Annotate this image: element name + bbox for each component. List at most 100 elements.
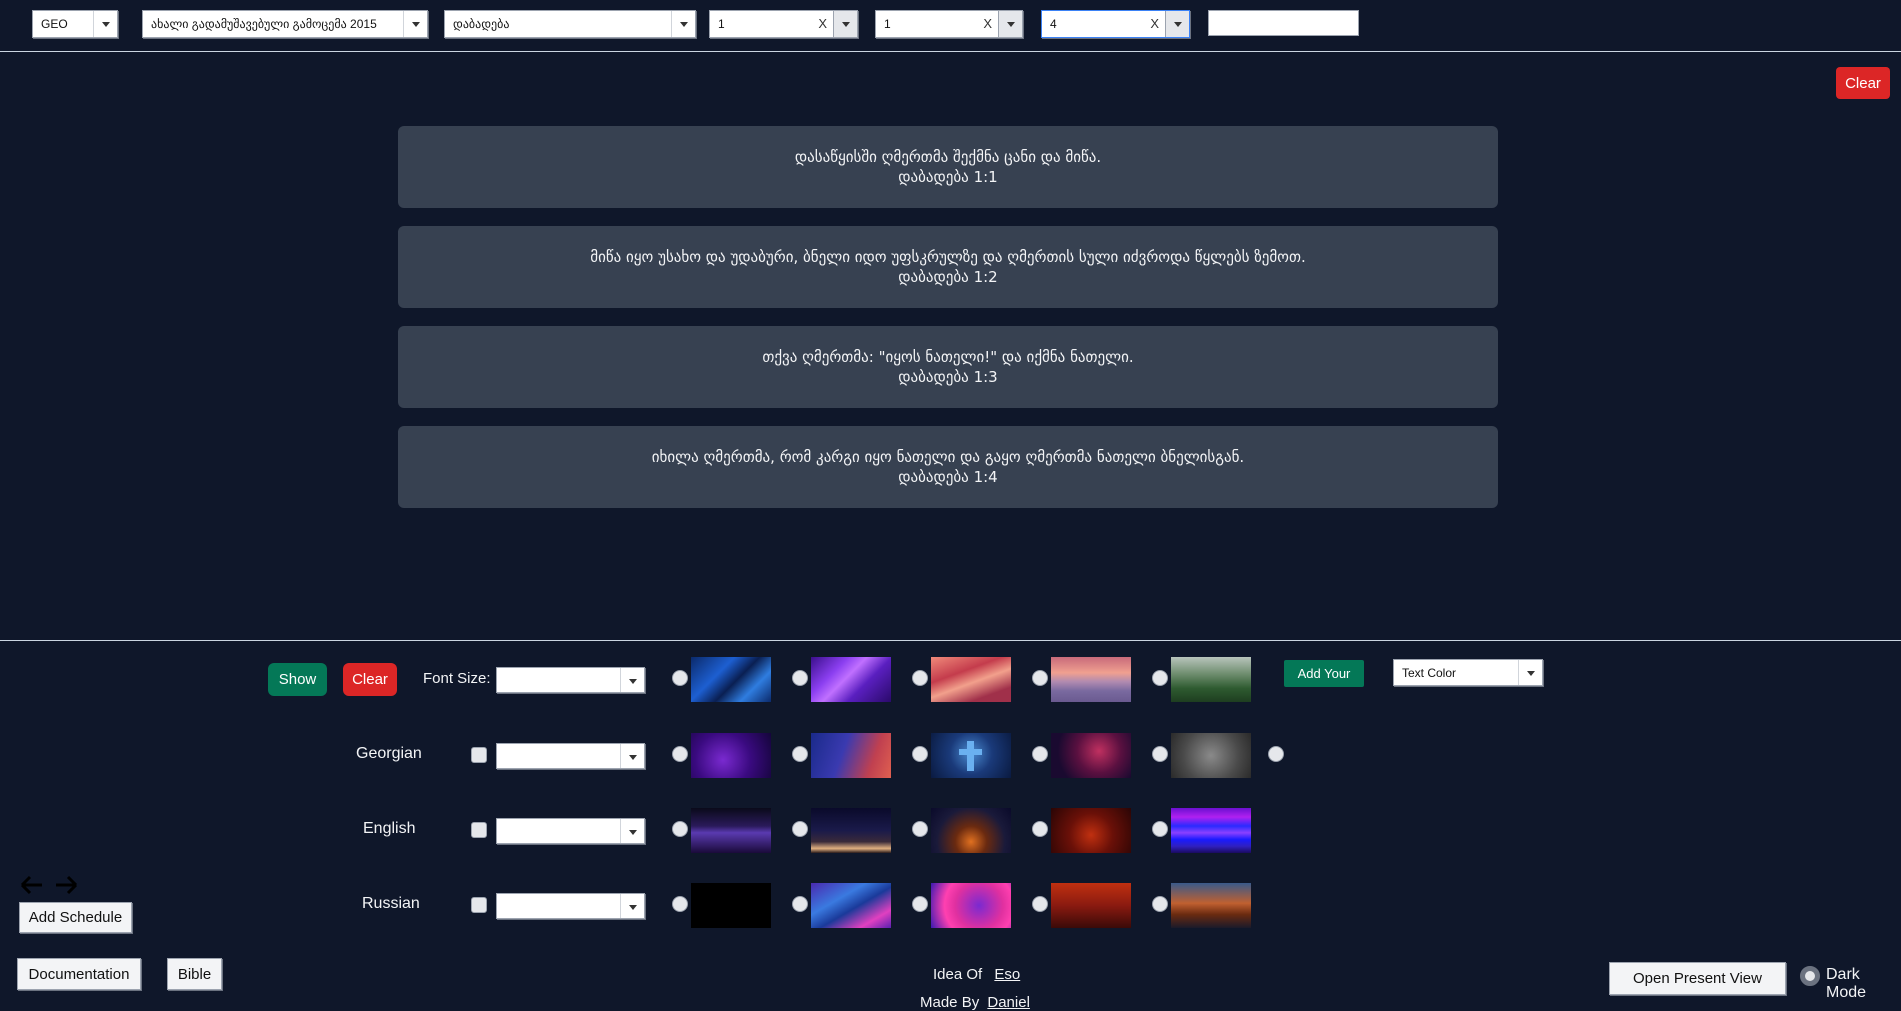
show-button[interactable]: Show: [268, 663, 327, 696]
background-radio[interactable]: [1032, 821, 1048, 837]
background-thumbnail[interactable]: [811, 657, 891, 702]
russian-translation-select[interactable]: [496, 893, 645, 919]
verse-to-combo[interactable]: 4 X: [1041, 10, 1190, 38]
made-by-credit: Made By Daniel: [920, 994, 1030, 1011]
search-input[interactable]: [1208, 10, 1359, 36]
text-color-select-value: Text Color: [1402, 666, 1457, 680]
background-radio[interactable]: [912, 670, 928, 686]
top-toolbar: GEO ახალი გადამუშავებული გამოცემა 2015 დ…: [0, 0, 1901, 52]
background-thumbnail[interactable]: [1051, 657, 1131, 702]
verse-reference: დაბადება 1:2: [898, 268, 998, 286]
cross-icon: [967, 741, 974, 771]
chapter-combo[interactable]: 1 X: [709, 10, 858, 38]
background-radio[interactable]: [1152, 670, 1168, 686]
text-color-select[interactable]: Text Color: [1393, 659, 1543, 686]
background-thumbnail[interactable]: [1171, 657, 1251, 702]
russian-checkbox[interactable]: [471, 897, 487, 913]
translation-select[interactable]: ახალი გადამუშავებული გამოცემა 2015: [142, 10, 428, 38]
background-radio[interactable]: [792, 670, 808, 686]
idea-of-link[interactable]: Eso: [994, 966, 1020, 983]
verse-reference: დაბადება 1:1: [898, 168, 998, 186]
clear-x-icon[interactable]: X: [983, 16, 992, 31]
dark-mode-radio[interactable]: [1800, 966, 1820, 986]
georgian-translation-select[interactable]: [496, 743, 645, 769]
background-thumbnail[interactable]: [1051, 733, 1131, 778]
background-radio[interactable]: [672, 746, 688, 762]
background-radio[interactable]: [1152, 896, 1168, 912]
background-radio[interactable]: [1152, 821, 1168, 837]
language-select[interactable]: GEO: [32, 10, 118, 38]
schedule-nav: [20, 875, 78, 895]
bible-button[interactable]: Bible: [167, 958, 222, 990]
background-radio[interactable]: [792, 896, 808, 912]
background-thumbnail[interactable]: [691, 883, 771, 928]
background-thumbnail[interactable]: [931, 808, 1011, 853]
background-radio[interactable]: [672, 670, 688, 686]
clear-display-button[interactable]: Clear: [343, 663, 397, 696]
font-size-select[interactable]: [496, 667, 645, 693]
background-thumbnail[interactable]: [691, 657, 771, 702]
background-thumbnail[interactable]: [811, 883, 891, 928]
language-label-russian: Russian: [362, 895, 420, 912]
background-radio[interactable]: [792, 821, 808, 837]
font-size-label: Font Size:: [423, 670, 491, 687]
cross-icon: [959, 749, 982, 755]
clear-x-icon[interactable]: X: [1150, 16, 1159, 31]
english-checkbox[interactable]: [471, 822, 487, 838]
background-radio[interactable]: [912, 896, 928, 912]
chapter-value: 1: [718, 17, 725, 31]
documentation-button[interactable]: Documentation: [17, 958, 141, 990]
add-schedule-button[interactable]: Add Schedule: [19, 902, 132, 933]
dark-mode-label: Dark Mode: [1826, 966, 1867, 1001]
open-present-view-button[interactable]: Open Present View: [1609, 962, 1786, 995]
book-select[interactable]: დაბადება: [444, 10, 696, 38]
background-radio[interactable]: [1032, 670, 1048, 686]
background-thumbnail[interactable]: [1171, 733, 1251, 778]
background-thumbnail[interactable]: [1051, 883, 1131, 928]
verse-from-combo[interactable]: 1 X: [875, 10, 1023, 38]
verse-reference: დაბადება 1:4: [898, 468, 998, 486]
background-thumbnail[interactable]: [931, 883, 1011, 928]
chevron-down-icon[interactable]: [833, 11, 857, 37]
chevron-down-icon: [671, 11, 695, 37]
background-radio[interactable]: [912, 746, 928, 762]
clear-x-icon[interactable]: X: [818, 16, 827, 31]
verse-card[interactable]: თქვა ღმერთმა: "იყოს ნათელი!" და იქმნა ნა…: [398, 326, 1498, 408]
made-by-label: Made By: [920, 994, 980, 1011]
verse-card[interactable]: იხილა ღმერთმა, რომ კარგი იყო ნათელი და გ…: [398, 426, 1498, 508]
background-radio[interactable]: [1032, 896, 1048, 912]
georgian-checkbox[interactable]: [471, 747, 487, 763]
background-thumbnail[interactable]: [1171, 808, 1251, 853]
background-thumbnail[interactable]: [931, 657, 1011, 702]
arrow-right-icon[interactable]: [56, 875, 78, 895]
arrow-left-icon[interactable]: [20, 875, 42, 895]
chevron-down-icon: [620, 819, 644, 843]
background-radio[interactable]: [1152, 746, 1168, 762]
background-thumbnail[interactable]: [691, 733, 771, 778]
language-label-georgian: Georgian: [356, 745, 422, 762]
background-thumbnail[interactable]: [691, 808, 771, 853]
background-radio[interactable]: [672, 821, 688, 837]
cross-background-thumbnail[interactable]: [931, 733, 1011, 778]
add-your-button[interactable]: Add Your: [1284, 660, 1364, 687]
verse-card[interactable]: მიწა იყო უსახო და უდაბური, ბნელი იდო უფს…: [398, 226, 1498, 308]
section-divider: [0, 640, 1901, 641]
background-thumbnail[interactable]: [811, 808, 891, 853]
language-label-english: English: [363, 820, 416, 837]
english-translation-select[interactable]: [496, 818, 645, 844]
background-radio[interactable]: [672, 896, 688, 912]
idea-of-credit: Idea Of Eso: [933, 966, 1020, 983]
background-radio[interactable]: [792, 746, 808, 762]
background-radio[interactable]: [1032, 746, 1048, 762]
chevron-down-icon: [620, 894, 644, 918]
verse-card[interactable]: დასაწყისში ღმერთმა შექმნა ცანი და მიწა. …: [398, 126, 1498, 208]
chevron-down-icon[interactable]: [1165, 11, 1189, 37]
background-radio[interactable]: [912, 821, 928, 837]
chevron-down-icon[interactable]: [998, 11, 1022, 37]
made-by-link[interactable]: Daniel: [987, 994, 1030, 1011]
background-thumbnail[interactable]: [1171, 883, 1251, 928]
background-thumbnail[interactable]: [1051, 808, 1131, 853]
background-thumbnail[interactable]: [811, 733, 891, 778]
background-radio[interactable]: [1268, 746, 1284, 762]
clear-verses-button[interactable]: Clear: [1836, 67, 1890, 99]
